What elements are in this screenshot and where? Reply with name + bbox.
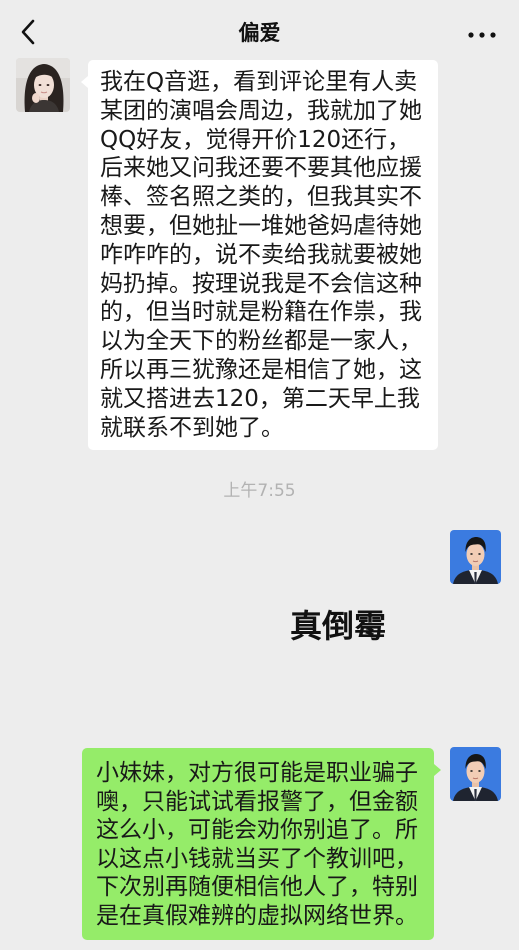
message-line: 的，但当时就是粉籍在作祟，我: [100, 299, 422, 326]
message-line: 就又搭进去120，第二天早上我: [100, 385, 420, 412]
message-line: 后来她又问我还要不要其他应援: [100, 155, 422, 182]
message-line: 是在真假难辨的虚拟网络世界。: [96, 902, 418, 929]
message-line: 噢，只能试试看报警了，但金额: [96, 788, 418, 815]
more-button[interactable]: [466, 26, 500, 38]
message-line: 以为全天下的粉丝都是一家人，: [100, 328, 422, 355]
message-line: 某团的演唱会周边，我就加了她: [100, 97, 422, 124]
time-divider: 上午7:55: [223, 481, 296, 501]
sent-sticker[interactable]: 真倒霉: [230, 600, 446, 652]
chat-header: 偏爱: [0, 0, 519, 56]
self-avatar[interactable]: [450, 747, 501, 801]
message-line: 所以再三犹豫还是相信了她，这: [100, 356, 422, 383]
self-photo-icon: [450, 530, 501, 584]
self-photo-icon: [450, 747, 501, 801]
message-line: 这么小，可能会劝你别追了。所: [96, 817, 418, 843]
received-message-bubble[interactable]: 我在Q音逛，看到评论里有人卖 某团的演唱会周边，我就加了她 QQ好友，觉得开价1…: [81, 60, 438, 451]
message-line: 小妹妹，对方很可能是职业骗子: [96, 760, 418, 786]
sent-message-bubble[interactable]: 小妹妹，对方很可能是职业骗子 噢，只能试试看报警了，但金额 这么小，可能会劝你别…: [82, 748, 441, 940]
more-dots-icon: [468, 32, 496, 38]
message-line: 棒、签名照之类的，但我其实不: [100, 184, 422, 211]
message-line: 妈扔掉。按理说我是不会信这种: [100, 270, 422, 297]
message-line: 就联系不到她了。: [100, 414, 284, 441]
message-line: 以这点小钱就当买了个教训吧，: [96, 845, 418, 872]
message-line: 下次别再随便相信他人了，特别: [96, 874, 418, 900]
message-line: 我在Q音逛，看到评论里有人卖: [100, 69, 418, 95]
contact-photo-icon: [16, 58, 70, 112]
message-line: QQ好友，觉得开价120还行，: [100, 126, 411, 153]
message-line: 咋咋咋的，说不卖给我就要被她: [100, 241, 422, 268]
contact-avatar[interactable]: [16, 58, 70, 112]
chat-title: 偏爱: [238, 21, 281, 45]
self-avatar[interactable]: [450, 530, 501, 584]
message-line: 想要，但她扯一堆她爸妈虐待她: [100, 212, 422, 239]
